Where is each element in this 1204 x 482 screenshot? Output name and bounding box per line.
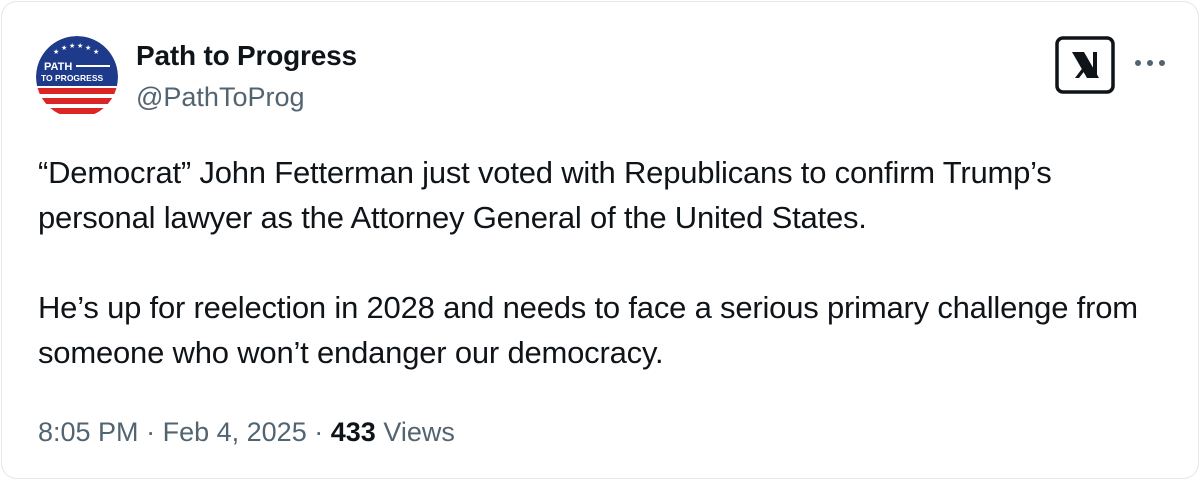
tweet-card: ★ ★ ★ ★ ★ ★ PATH TO PROGRESS Path to Pro… <box>1 1 1199 479</box>
avatar-text-path: PATH <box>44 61 72 73</box>
meta-separator: · <box>314 417 324 447</box>
meta-separator: · <box>146 417 156 447</box>
avatar-logo-icon: ★ ★ ★ ★ ★ ★ PATH TO PROGRESS <box>36 36 118 118</box>
views-count[interactable]: 433 <box>331 417 376 447</box>
author-handle[interactable]: @PathToProg <box>136 82 305 113</box>
avatar-text-progress: TO PROGRESS <box>41 73 104 83</box>
svg-text:★: ★ <box>77 42 83 50</box>
tweet-paragraph-2: He’s up for reelection in 2028 and needs… <box>38 290 1138 370</box>
svg-text:★: ★ <box>93 48 99 56</box>
views-label[interactable]: Views <box>383 417 455 447</box>
x-logo-icon[interactable] <box>1055 36 1115 94</box>
avatar[interactable]: ★ ★ ★ ★ ★ ★ PATH TO PROGRESS <box>36 36 118 118</box>
tweet-time[interactable]: 8:05 PM <box>38 417 139 447</box>
svg-text:★: ★ <box>61 44 67 52</box>
svg-text:★: ★ <box>53 48 59 56</box>
tweet-text: “Democrat” John Fetterman just voted wit… <box>38 150 1158 375</box>
tweet-paragraph-1: “Democrat” John Fetterman just voted wit… <box>38 155 1052 235</box>
tweet-date[interactable]: Feb 4, 2025 <box>163 417 307 447</box>
author-display-name[interactable]: Path to Progress <box>136 40 357 72</box>
svg-text:★: ★ <box>69 42 75 50</box>
tweet-meta: 8:05 PM · Feb 4, 2025 · 433 Views <box>38 417 455 448</box>
more-options-icon[interactable] <box>1130 48 1170 78</box>
svg-text:★: ★ <box>85 44 91 52</box>
